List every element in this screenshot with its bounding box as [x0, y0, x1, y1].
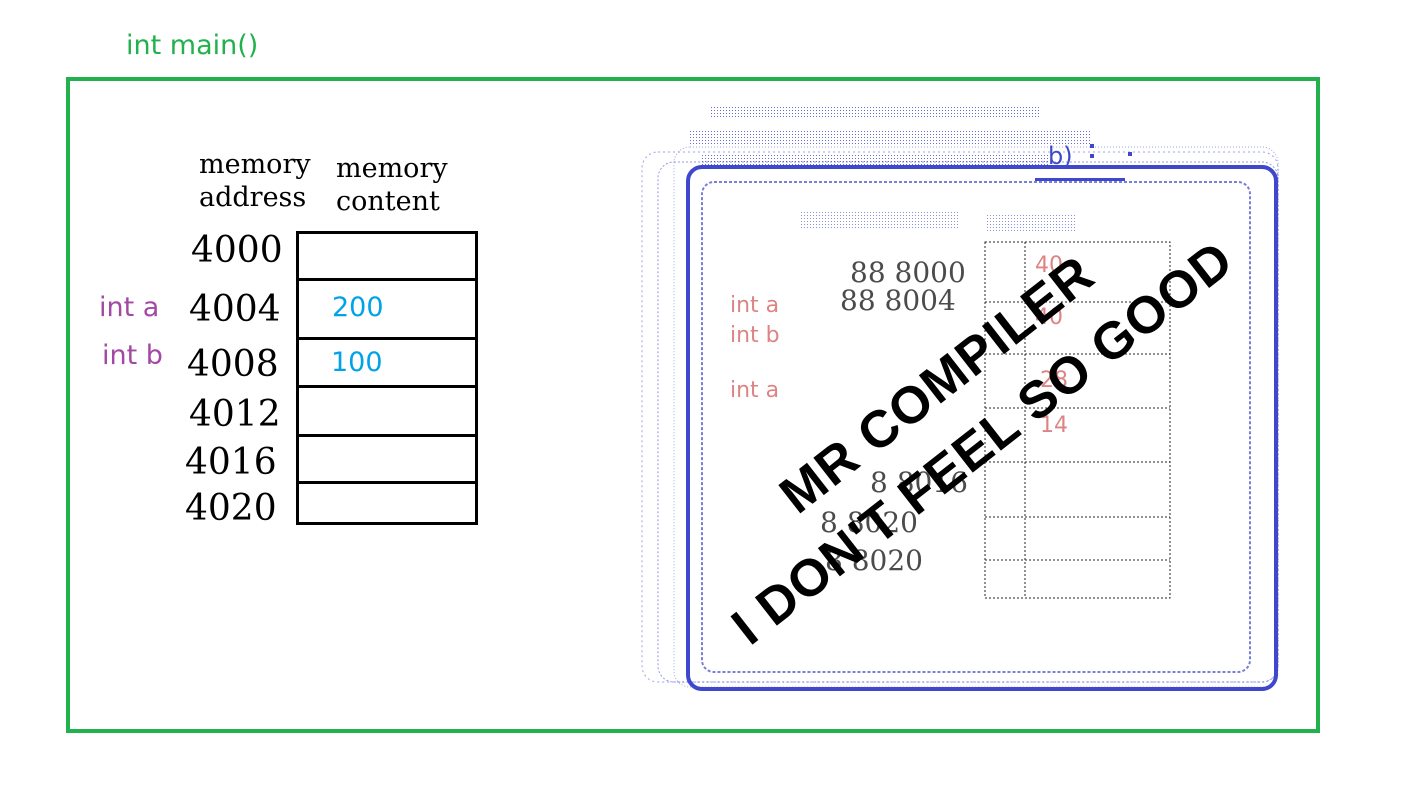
value-a: 200 — [332, 292, 384, 323]
function-title: int main() — [126, 30, 259, 61]
memory-cell — [296, 231, 478, 281]
svg-text:int a: int a — [730, 378, 779, 403]
address-label: 4000 — [191, 230, 283, 271]
address-header-line2: address — [199, 182, 307, 213]
value-b: 100 — [331, 347, 383, 378]
address-header-line1: memory — [199, 149, 311, 180]
svg-text:b): b) — [1048, 142, 1073, 170]
content-header: memory content — [336, 152, 448, 218]
memory-cell — [296, 385, 478, 437]
memory-cell — [296, 434, 478, 484]
address-header: memory address — [199, 148, 311, 214]
memory-cell — [296, 481, 478, 525]
content-header-line2: content — [336, 186, 440, 217]
svg-text:int b: int b — [730, 323, 780, 348]
svg-text:int a: int a — [730, 293, 779, 318]
memory-cell — [296, 278, 478, 340]
variable-label-a: int a — [99, 292, 160, 323]
address-label: 4012 — [189, 394, 281, 435]
address-label: 4016 — [185, 442, 277, 483]
memory-cell — [296, 337, 478, 388]
content-header-line1: memory — [336, 153, 448, 184]
svg-text:88 8004: 88 8004 — [840, 284, 956, 317]
address-label: 4004 — [189, 289, 281, 330]
address-label: 4020 — [185, 488, 277, 529]
variable-label-b: int b — [102, 340, 163, 371]
address-label: 4008 — [187, 344, 279, 385]
